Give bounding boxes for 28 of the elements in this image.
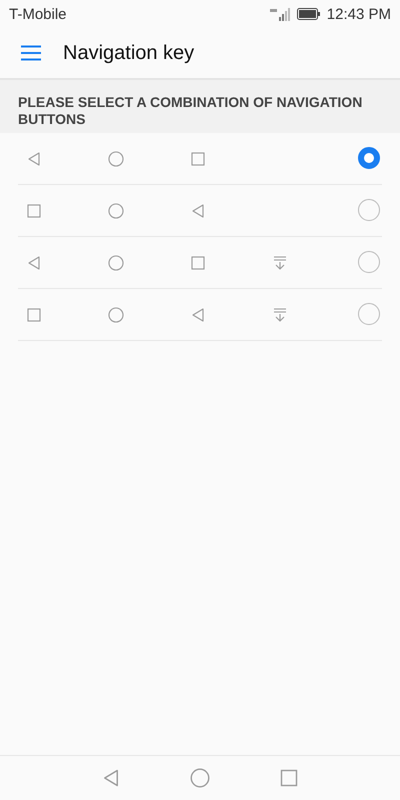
home-icon bbox=[108, 202, 124, 218]
back-icon bbox=[26, 254, 42, 270]
back-icon bbox=[190, 202, 206, 218]
section-header: PLEASE SELECT A COMBINATION OF NAVIGATION BUTTONS bbox=[18, 94, 362, 127]
back-icon[interactable] bbox=[101, 768, 121, 788]
back-icon bbox=[26, 150, 42, 166]
home-icon[interactable] bbox=[190, 768, 210, 788]
home-icon bbox=[108, 306, 124, 322]
back-icon bbox=[190, 306, 206, 322]
radio-button[interactable] bbox=[358, 251, 380, 273]
home-icon bbox=[108, 150, 124, 166]
battery-icon bbox=[296, 8, 321, 20]
recents-icon[interactable] bbox=[279, 768, 299, 788]
notification-drawer-icon bbox=[272, 306, 288, 322]
menu-icon[interactable] bbox=[21, 45, 41, 61]
page-title: Navigation key bbox=[63, 42, 194, 64]
recents-icon bbox=[26, 306, 42, 322]
recents-icon bbox=[190, 254, 206, 270]
recents-icon bbox=[190, 150, 206, 166]
recents-icon bbox=[26, 202, 42, 218]
radio-button[interactable] bbox=[358, 199, 380, 221]
clock-time: 12:43 PM bbox=[326, 6, 391, 22]
radio-button[interactable] bbox=[358, 147, 380, 169]
signal-icon bbox=[268, 7, 291, 21]
home-icon bbox=[108, 254, 124, 270]
carrier-name: T-Mobile bbox=[9, 6, 67, 22]
notification-drawer-icon bbox=[272, 254, 288, 270]
radio-button[interactable] bbox=[358, 303, 380, 325]
